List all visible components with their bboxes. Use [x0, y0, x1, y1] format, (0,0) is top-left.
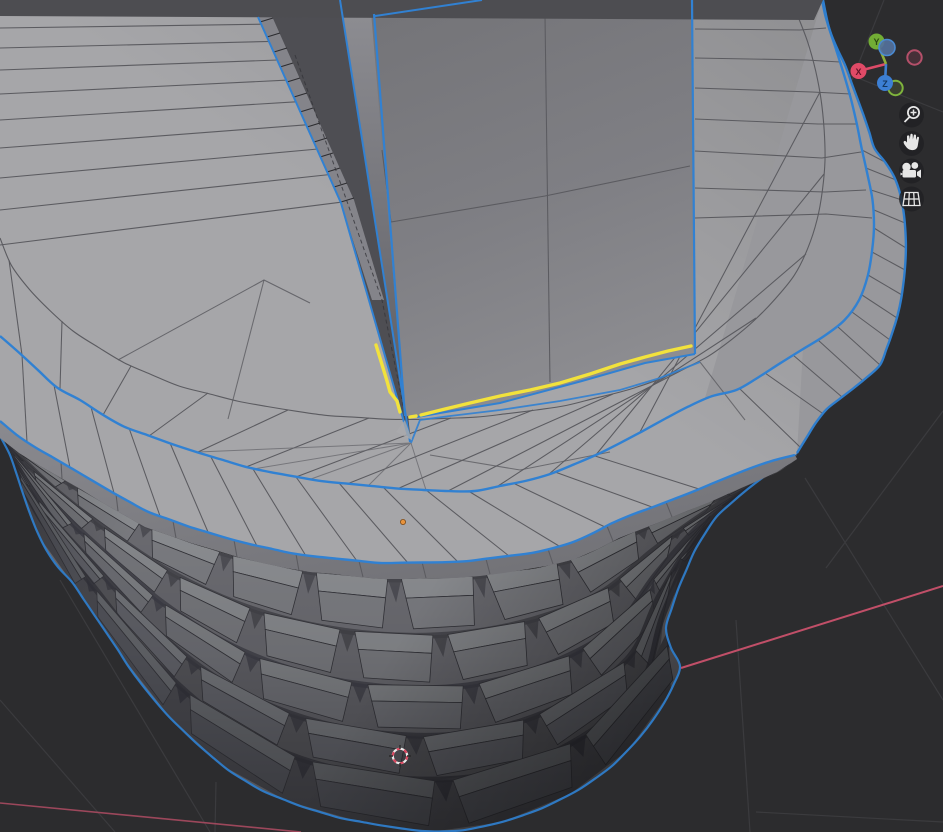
svg-text:Z: Z: [882, 79, 888, 89]
svg-text:X: X: [855, 67, 861, 77]
